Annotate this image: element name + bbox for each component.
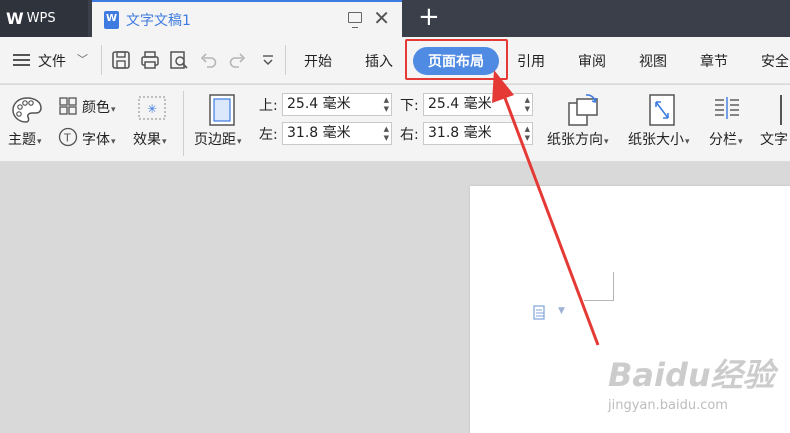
watermark-url: jingyan.baidu.com [608, 398, 728, 413]
watermark-logo: Baidu经验 [608, 356, 775, 394]
